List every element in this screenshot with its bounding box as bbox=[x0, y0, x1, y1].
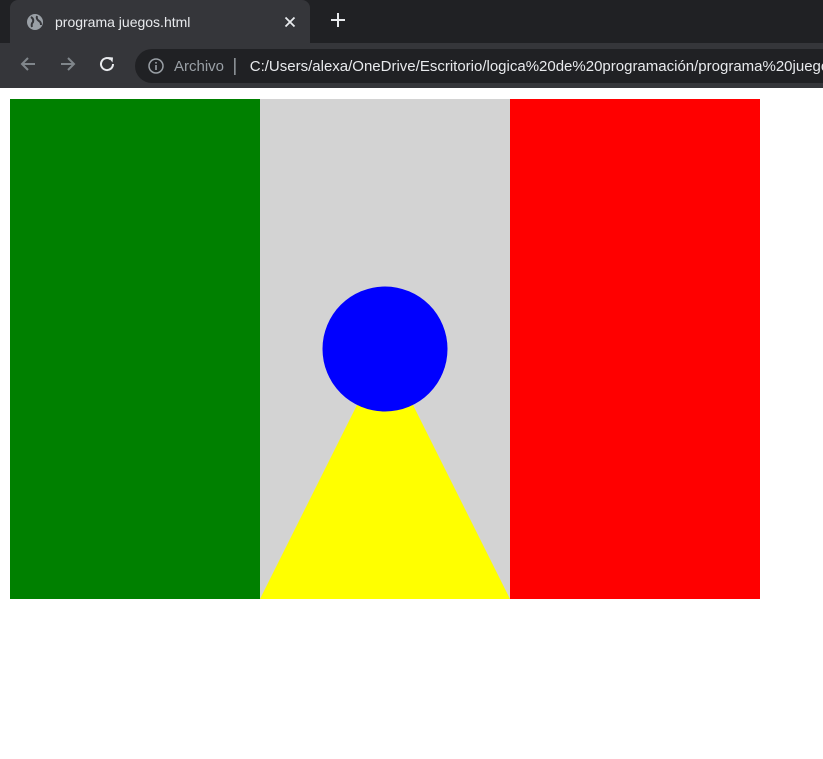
page-viewport bbox=[0, 88, 823, 759]
address-scheme-label: Archivo bbox=[174, 57, 225, 75]
blue-circle bbox=[322, 286, 448, 412]
back-arrow-icon bbox=[19, 55, 37, 77]
drawing-canvas bbox=[10, 99, 760, 599]
browser-toolbar: Archivo | C:/Users/alexa/OneDrive/Escrit… bbox=[0, 43, 823, 88]
forward-button[interactable] bbox=[54, 52, 82, 80]
address-url[interactable]: C:/Users/alexa/OneDrive/Escritorio/logic… bbox=[250, 58, 823, 75]
address-separator: | bbox=[232, 56, 238, 76]
active-tab[interactable]: programa juegos.html bbox=[10, 0, 310, 43]
tab-strip: programa juegos.html bbox=[0, 0, 823, 43]
plus-icon bbox=[330, 12, 346, 32]
info-icon[interactable] bbox=[148, 57, 164, 75]
tab-title: programa juegos.html bbox=[55, 13, 191, 30]
reload-button[interactable] bbox=[93, 52, 121, 80]
back-button[interactable] bbox=[14, 52, 42, 80]
reload-icon bbox=[98, 55, 116, 77]
new-tab-button[interactable] bbox=[324, 8, 352, 36]
address-bar[interactable]: Archivo | C:/Users/alexa/OneDrive/Escrit… bbox=[135, 49, 823, 83]
close-icon[interactable] bbox=[280, 12, 300, 32]
left-stripe bbox=[10, 99, 260, 599]
right-stripe bbox=[510, 99, 760, 599]
globe-icon bbox=[26, 13, 44, 31]
forward-arrow-icon bbox=[59, 55, 77, 77]
